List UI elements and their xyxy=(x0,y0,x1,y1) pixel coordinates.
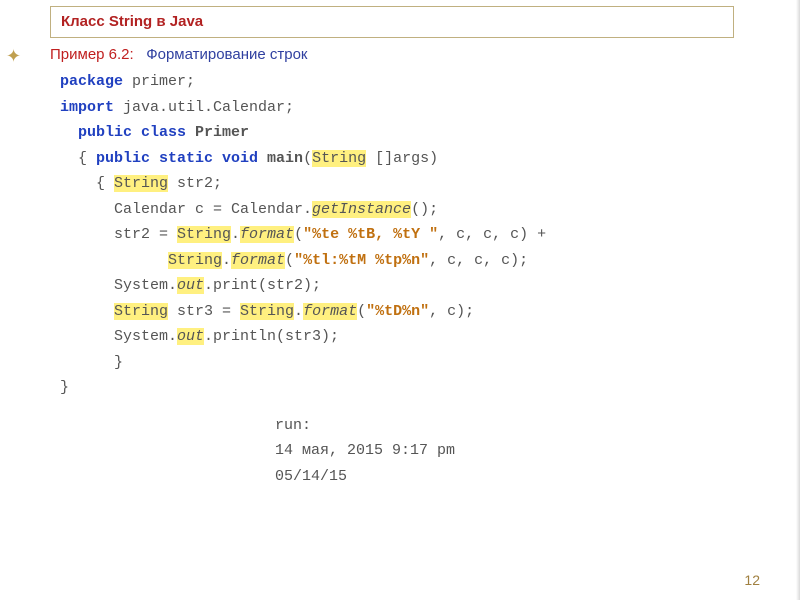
code-line: { String str2; xyxy=(60,171,770,197)
code-line: Calendar c = Calendar.getInstance(); xyxy=(60,197,770,223)
header-box: Класс String в Java xyxy=(50,6,734,38)
header-title: Класс String в Java xyxy=(61,13,203,30)
code-line: import java.util.Calendar; xyxy=(60,95,770,121)
output-run: run: xyxy=(275,413,770,439)
code-line: } xyxy=(60,375,770,401)
code-line: String str3 = String.format("%tD%n", c); xyxy=(60,299,770,325)
output-line: 05/14/15 xyxy=(275,464,770,490)
code-line: { public static void main(String []args) xyxy=(60,146,770,172)
output-block: run: 14 мая, 2015 9:17 pm 05/14/15 xyxy=(275,413,770,490)
example-prefix: Пример 6.2: xyxy=(50,46,134,63)
code-line: public class Primer xyxy=(60,120,770,146)
code-line: } xyxy=(60,350,770,376)
example-text: Форматирование строк xyxy=(138,46,308,63)
output-line: 14 мая, 2015 9:17 pm xyxy=(275,438,770,464)
code-block: package primer; import java.util.Calenda… xyxy=(60,69,770,401)
shadow-decoration xyxy=(796,0,800,600)
slide: Класс String в Java ✦ Пример 6.2: Формат… xyxy=(0,0,800,600)
code-line: str2 = String.format("%te %tB, %tY ", c,… xyxy=(60,222,770,248)
code-line: String.format("%tl:%tM %tp%n", c, c, c); xyxy=(60,248,770,274)
code-line: System.out.print(str2); xyxy=(60,273,770,299)
page-number: 12 xyxy=(744,572,760,588)
code-line: package primer; xyxy=(60,69,770,95)
bullet-icon: ✦ xyxy=(6,46,21,67)
example-line: Пример 6.2: Форматирование строк xyxy=(50,46,770,63)
code-line: System.out.println(str3); xyxy=(60,324,770,350)
